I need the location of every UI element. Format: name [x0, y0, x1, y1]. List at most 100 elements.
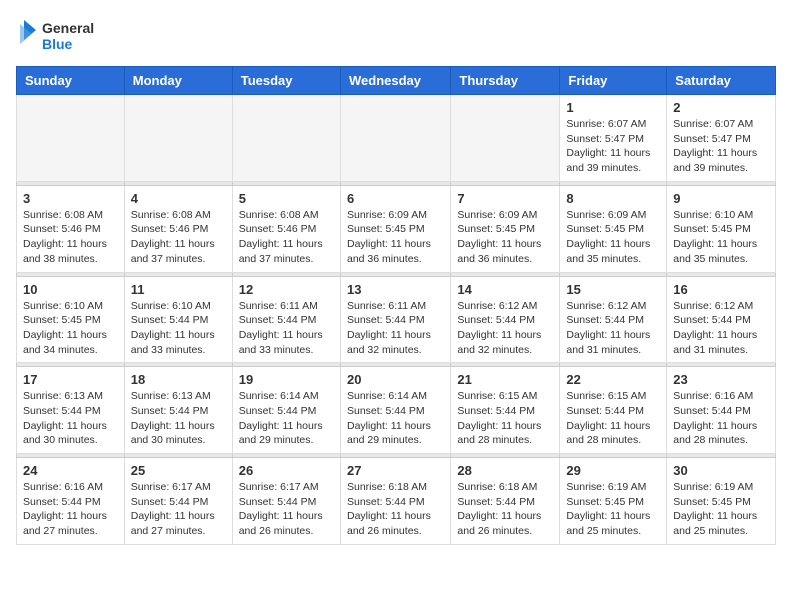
week-row-4: 17 Sunrise: 6:13 AM Sunset: 5:44 PM Dayli… [17, 367, 776, 454]
day-info: Sunrise: 6:16 AM Sunset: 5:44 PM Dayligh… [673, 389, 769, 448]
week-row-5: 24Sunrise: 6:16 AM Sunset: 5:44 PM Dayli… [17, 458, 776, 545]
day-number: 27 [347, 463, 444, 478]
day-cell: 20 Sunrise: 6:14 AM Sunset: 5:44 PM Dayli… [340, 367, 450, 454]
day-info: Sunrise: 6:12 AM Sunset: 5:44 PM Dayligh… [457, 299, 553, 358]
week-row-1: 1 Sunrise: 6:07 AM Sunset: 5:47 PM Daylig… [17, 95, 776, 182]
day-info: Sunrise: 6:18 AM Sunset: 5:44 PM Dayligh… [457, 480, 553, 539]
day-cell: 13 Sunrise: 6:11 AM Sunset: 5:44 PM Dayli… [340, 276, 450, 363]
day-cell: 27Sunrise: 6:18 AM Sunset: 5:44 PM Dayli… [340, 458, 450, 545]
col-header-wednesday: Wednesday [340, 67, 450, 95]
day-cell: 30 Sunrise: 6:19 AM Sunset: 5:45 PM Dayli… [667, 458, 776, 545]
calendar-table: SundayMondayTuesdayWednesdayThursdayFrid… [16, 66, 776, 545]
logo: General Blue [16, 16, 106, 58]
day-cell: 26 Sunrise: 6:17 AM Sunset: 5:44 PM Dayli… [232, 458, 340, 545]
day-cell: 15 Sunrise: 6:12 AM Sunset: 5:44 PM Dayli… [560, 276, 667, 363]
day-cell: 23 Sunrise: 6:16 AM Sunset: 5:44 PM Dayli… [667, 367, 776, 454]
day-cell: 9 Sunrise: 6:10 AM Sunset: 5:45 PM Daylig… [667, 185, 776, 272]
day-cell: 5Sunrise: 6:08 AM Sunset: 5:46 PM Daylig… [232, 185, 340, 272]
day-cell: 11 Sunrise: 6:10 AM Sunset: 5:44 PM Dayli… [124, 276, 232, 363]
day-info: Sunrise: 6:08 AM Sunset: 5:46 PM Dayligh… [23, 208, 118, 267]
day-number: 15 [566, 282, 660, 297]
day-cell: 7Sunrise: 6:09 AM Sunset: 5:45 PM Daylig… [451, 185, 560, 272]
day-info: Sunrise: 6:10 AM Sunset: 5:45 PM Dayligh… [23, 299, 118, 358]
day-cell [340, 95, 450, 182]
day-number: 12 [239, 282, 334, 297]
day-cell: 8 Sunrise: 6:09 AM Sunset: 5:45 PM Daylig… [560, 185, 667, 272]
day-cell: 4 Sunrise: 6:08 AM Sunset: 5:46 PM Daylig… [124, 185, 232, 272]
day-number: 11 [131, 282, 226, 297]
day-number: 7 [457, 191, 553, 206]
day-cell: 1Sunrise: 6:07 AM Sunset: 5:47 PM Daylig… [560, 95, 667, 182]
day-info: Sunrise: 6:07 AM Sunset: 5:47 PM Dayligh… [673, 117, 769, 176]
day-info: Sunrise: 6:17 AM Sunset: 5:44 PM Dayligh… [131, 480, 226, 539]
day-number: 16 [673, 282, 769, 297]
day-cell [124, 95, 232, 182]
week-row-2: 3 Sunrise: 6:08 AM Sunset: 5:46 PM Daylig… [17, 185, 776, 272]
day-number: 1 [566, 100, 660, 115]
day-number: 4 [131, 191, 226, 206]
svg-text:Blue: Blue [42, 36, 73, 52]
day-number: 18 [131, 372, 226, 387]
day-number: 20 [347, 372, 444, 387]
day-info: Sunrise: 6:09 AM Sunset: 5:45 PM Dayligh… [347, 208, 444, 267]
col-header-tuesday: Tuesday [232, 67, 340, 95]
day-info: Sunrise: 6:19 AM Sunset: 5:45 PM Dayligh… [673, 480, 769, 539]
day-number: 5 [239, 191, 334, 206]
day-info: Sunrise: 6:17 AM Sunset: 5:44 PM Dayligh… [239, 480, 334, 539]
day-cell: 2Sunrise: 6:07 AM Sunset: 5:47 PM Daylig… [667, 95, 776, 182]
day-cell: 29 Sunrise: 6:19 AM Sunset: 5:45 PM Dayli… [560, 458, 667, 545]
day-cell: 22 Sunrise: 6:15 AM Sunset: 5:44 PM Dayli… [560, 367, 667, 454]
day-number: 22 [566, 372, 660, 387]
day-number: 10 [23, 282, 118, 297]
day-cell: 21 Sunrise: 6:15 AM Sunset: 5:44 PM Dayli… [451, 367, 560, 454]
day-number: 21 [457, 372, 553, 387]
day-cell: 10 Sunrise: 6:10 AM Sunset: 5:45 PM Dayli… [17, 276, 125, 363]
col-header-sunday: Sunday [17, 67, 125, 95]
day-info: Sunrise: 6:12 AM Sunset: 5:44 PM Dayligh… [673, 299, 769, 358]
col-header-saturday: Saturday [667, 67, 776, 95]
day-info: Sunrise: 6:13 AM Sunset: 5:44 PM Dayligh… [131, 389, 226, 448]
day-number: 8 [566, 191, 660, 206]
day-number: 13 [347, 282, 444, 297]
day-info: Sunrise: 6:14 AM Sunset: 5:44 PM Dayligh… [347, 389, 444, 448]
day-info: Sunrise: 6:13 AM Sunset: 5:44 PM Dayligh… [23, 389, 118, 448]
day-number: 23 [673, 372, 769, 387]
day-cell [17, 95, 125, 182]
day-info: Sunrise: 6:10 AM Sunset: 5:45 PM Dayligh… [673, 208, 769, 267]
day-number: 17 [23, 372, 118, 387]
day-number: 30 [673, 463, 769, 478]
day-cell: 12 Sunrise: 6:11 AM Sunset: 5:44 PM Dayli… [232, 276, 340, 363]
header: General Blue [16, 16, 776, 58]
week-row-3: 10 Sunrise: 6:10 AM Sunset: 5:45 PM Dayli… [17, 276, 776, 363]
col-header-monday: Monday [124, 67, 232, 95]
day-info: Sunrise: 6:16 AM Sunset: 5:44 PM Dayligh… [23, 480, 118, 539]
header-row: SundayMondayTuesdayWednesdayThursdayFrid… [17, 67, 776, 95]
col-header-thursday: Thursday [451, 67, 560, 95]
col-header-friday: Friday [560, 67, 667, 95]
logo-svg: General Blue [16, 16, 106, 58]
day-info: Sunrise: 6:11 AM Sunset: 5:44 PM Dayligh… [239, 299, 334, 358]
day-info: Sunrise: 6:09 AM Sunset: 5:45 PM Dayligh… [566, 208, 660, 267]
day-number: 26 [239, 463, 334, 478]
day-info: Sunrise: 6:15 AM Sunset: 5:44 PM Dayligh… [457, 389, 553, 448]
day-cell [451, 95, 560, 182]
day-cell: 19Sunrise: 6:14 AM Sunset: 5:44 PM Dayli… [232, 367, 340, 454]
day-info: Sunrise: 6:14 AM Sunset: 5:44 PM Dayligh… [239, 389, 334, 448]
day-number: 9 [673, 191, 769, 206]
day-info: Sunrise: 6:08 AM Sunset: 5:46 PM Dayligh… [131, 208, 226, 267]
day-number: 25 [131, 463, 226, 478]
day-info: Sunrise: 6:11 AM Sunset: 5:44 PM Dayligh… [347, 299, 444, 358]
day-cell: 14 Sunrise: 6:12 AM Sunset: 5:44 PM Dayli… [451, 276, 560, 363]
day-cell: 24Sunrise: 6:16 AM Sunset: 5:44 PM Dayli… [17, 458, 125, 545]
day-number: 14 [457, 282, 553, 297]
day-info: Sunrise: 6:15 AM Sunset: 5:44 PM Dayligh… [566, 389, 660, 448]
day-cell: 16 Sunrise: 6:12 AM Sunset: 5:44 PM Dayli… [667, 276, 776, 363]
day-info: Sunrise: 6:19 AM Sunset: 5:45 PM Dayligh… [566, 480, 660, 539]
day-cell: 25 Sunrise: 6:17 AM Sunset: 5:44 PM Dayli… [124, 458, 232, 545]
day-cell: 6Sunrise: 6:09 AM Sunset: 5:45 PM Daylig… [340, 185, 450, 272]
day-cell: 18 Sunrise: 6:13 AM Sunset: 5:44 PM Dayli… [124, 367, 232, 454]
day-number: 29 [566, 463, 660, 478]
day-info: Sunrise: 6:10 AM Sunset: 5:44 PM Dayligh… [131, 299, 226, 358]
day-info: Sunrise: 6:12 AM Sunset: 5:44 PM Dayligh… [566, 299, 660, 358]
day-number: 3 [23, 191, 118, 206]
